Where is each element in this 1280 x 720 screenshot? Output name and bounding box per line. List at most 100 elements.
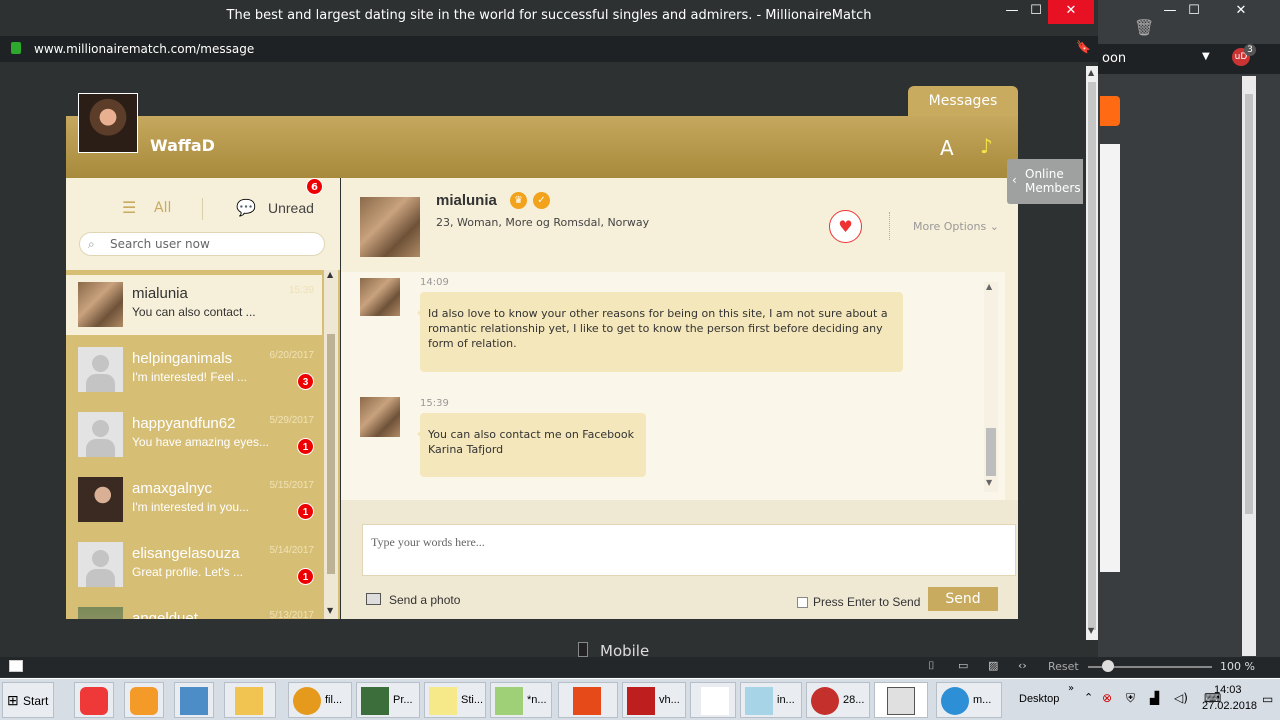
more-options-button[interactable]: More Options ⌄ bbox=[913, 220, 999, 233]
code-icon[interactable]: ‹› bbox=[1018, 659, 1027, 672]
profile-name[interactable]: mialunia bbox=[436, 192, 497, 209]
list-item[interactable]: elisangelasouza Great profile. Let's ...… bbox=[66, 535, 322, 595]
page-scrollbar[interactable]: ▲ ▼ bbox=[1086, 66, 1098, 640]
trash-icon[interactable]: 🗑 bbox=[1134, 18, 1154, 37]
scroll-down-icon[interactable]: ▼ bbox=[986, 478, 992, 487]
show-desktop-icon[interactable]: ▭ bbox=[1262, 692, 1273, 706]
bg-scrollbar[interactable] bbox=[1242, 76, 1256, 656]
windows-logo-icon: ⊞ bbox=[7, 692, 19, 708]
sticky-taskbar-button[interactable]: Sti... bbox=[424, 682, 486, 718]
list-item[interactable]: mialunia You can also contact ... 15:39 bbox=[66, 275, 322, 335]
notebook-taskbar-button[interactable]: in... bbox=[740, 682, 802, 718]
notebook-icon bbox=[745, 687, 773, 715]
explorer-taskbar-button[interactable] bbox=[174, 682, 214, 718]
zoom-slider-handle[interactable] bbox=[1102, 660, 1114, 672]
volume-icon[interactable]: ◁) bbox=[1174, 691, 1188, 705]
bookmark-icon[interactable]: 🔖 bbox=[1076, 40, 1091, 54]
scroll-down-icon[interactable]: ▼ bbox=[1088, 626, 1094, 635]
list-item[interactable]: angelduet 5/13/2017 bbox=[66, 600, 322, 619]
search-icon: ⌕ bbox=[88, 237, 95, 251]
notepad-icon bbox=[495, 687, 523, 715]
filezilla-taskbar-button[interactable]: vh... bbox=[622, 682, 686, 718]
bg-orange-button[interactable] bbox=[1100, 96, 1120, 126]
monitor-icon bbox=[361, 687, 389, 715]
window-icon[interactable]: ▭ bbox=[958, 659, 968, 672]
list-item-preview: Great profile. Let's ... bbox=[132, 565, 244, 579]
filezilla-icon bbox=[627, 687, 655, 715]
security-icon[interactable]: ⛨ bbox=[1126, 691, 1135, 706]
process-taskbar-button[interactable]: Pr... bbox=[356, 682, 420, 718]
network-error-icon[interactable]: ⊗ bbox=[1102, 691, 1112, 705]
tab-messages[interactable]: Messages bbox=[908, 86, 1018, 118]
panel-toggle-icon[interactable] bbox=[9, 660, 23, 672]
ie-taskbar-button[interactable]: m... bbox=[936, 682, 1002, 718]
send-photo-link[interactable]: Send a photo bbox=[389, 593, 460, 607]
list-item-name: happyandfun62 bbox=[132, 415, 236, 432]
address-bar[interactable]: www.millionairematch.com/message 🔖 bbox=[0, 36, 1098, 62]
bg-minimize-button[interactable]: — bbox=[1158, 0, 1182, 24]
list-item-preview: You can also contact ... bbox=[132, 305, 256, 319]
message-input[interactable]: Type your words here... bbox=[362, 524, 1016, 576]
office-taskbar-button[interactable] bbox=[558, 682, 618, 718]
internet-explorer-icon bbox=[941, 687, 969, 715]
scroll-up-icon[interactable]: ▲ bbox=[986, 282, 992, 291]
online-members-button[interactable]: ‹ Online Members bbox=[1007, 159, 1083, 204]
image-icon[interactable]: ▨ bbox=[988, 659, 998, 672]
bg-close-button[interactable]: ✕ bbox=[1216, 0, 1266, 24]
font-size-icon[interactable]: A bbox=[940, 136, 954, 160]
list-icon[interactable]: ☰ bbox=[122, 198, 136, 217]
bg-maximize-button[interactable]: ☐ bbox=[1182, 0, 1206, 24]
chevron-down-icon: ⌄ bbox=[989, 220, 999, 233]
media-player-taskbar-button[interactable] bbox=[124, 682, 164, 718]
signal-icon[interactable]: ▟ bbox=[1150, 691, 1159, 705]
conversation-scrollbar[interactable]: ▲ ▼ bbox=[324, 270, 338, 619]
dropdown-arrow-icon[interactable]: ▼ bbox=[1202, 51, 1210, 62]
scroll-up-icon[interactable]: ▲ bbox=[1088, 68, 1094, 77]
scroll-up-icon[interactable]: ▲ bbox=[327, 270, 333, 279]
chat-scroll-thumb[interactable] bbox=[986, 428, 996, 476]
camera-icon[interactable]: ⌷ bbox=[928, 659, 935, 673]
filter-all[interactable]: All bbox=[154, 200, 171, 216]
document-taskbar-button[interactable] bbox=[690, 682, 736, 718]
maximize-button[interactable]: ☐ bbox=[1024, 0, 1048, 24]
chevron-right-icon[interactable]: » bbox=[1068, 683, 1074, 694]
calculator-taskbar-button[interactable] bbox=[874, 682, 928, 718]
desktop-toolbar[interactable]: Desktop bbox=[1019, 693, 1059, 705]
list-item[interactable]: helpinganimals I'm interested! Feel ... … bbox=[66, 340, 322, 400]
press-enter-checkbox[interactable] bbox=[797, 597, 808, 608]
zoom-reset-button[interactable]: Reset bbox=[1048, 660, 1079, 673]
profile-info: 23, Woman, More og Romsdal, Norway bbox=[436, 216, 650, 229]
list-item[interactable]: amaxgalnyc I'm interested in you... 5/15… bbox=[66, 470, 322, 530]
message-bubble: Id also love to know your other reasons … bbox=[417, 292, 903, 372]
app-64-taskbar-button[interactable]: 28... bbox=[806, 682, 870, 718]
user-avatar[interactable] bbox=[78, 93, 138, 153]
notepad-taskbar-button[interactable]: *n... bbox=[490, 682, 552, 718]
list-item[interactable]: happyandfun62 You have amazing eyes... 5… bbox=[66, 405, 322, 465]
filter-unread[interactable]: Unread bbox=[268, 200, 314, 216]
list-item-preview: You have amazing eyes... bbox=[132, 435, 269, 449]
chat-scrollbar[interactable]: ▲ ▼ bbox=[984, 282, 998, 492]
send-button[interactable]: Send bbox=[928, 587, 998, 611]
profile-avatar[interactable] bbox=[360, 197, 420, 257]
search-input[interactable]: ⌕ Search user now bbox=[79, 232, 325, 256]
scroll-down-icon[interactable]: ▼ bbox=[327, 606, 333, 615]
search-placeholder: Search user now bbox=[110, 237, 210, 251]
list-item-date: 5/14/2017 bbox=[269, 545, 315, 556]
page-scroll-thumb[interactable] bbox=[1088, 82, 1096, 630]
conversation-scroll-thumb[interactable] bbox=[327, 334, 335, 574]
conversation-sidebar: ☰ All 💬 Unread 6 ⌕ Search user now mialu… bbox=[66, 178, 340, 619]
chat-icon[interactable]: 💬 bbox=[236, 198, 256, 217]
favorite-heart-icon[interactable]: ♥ bbox=[829, 210, 862, 243]
vivaldi-taskbar-button[interactable] bbox=[74, 682, 114, 718]
minimize-button[interactable]: — bbox=[1000, 0, 1024, 24]
chevron-up-icon[interactable]: ⌃ bbox=[1084, 691, 1093, 704]
image-icon[interactable] bbox=[366, 593, 381, 605]
folder-taskbar-button[interactable] bbox=[224, 682, 276, 718]
url-text[interactable]: www.millionairematch.com/message bbox=[34, 42, 254, 56]
unread-badge: 1 bbox=[297, 568, 314, 585]
music-icon[interactable]: ♪ bbox=[980, 134, 993, 158]
clock-date: 27.02.2018 bbox=[1202, 700, 1258, 712]
close-button[interactable]: ✕ bbox=[1048, 0, 1094, 24]
start-button[interactable]: ⊞ Start bbox=[2, 682, 54, 718]
search-taskbar-button[interactable]: fil... bbox=[288, 682, 352, 718]
